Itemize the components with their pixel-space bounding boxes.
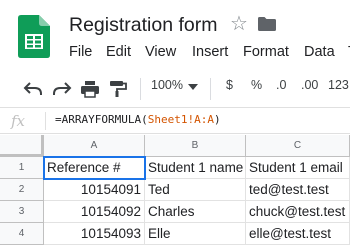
menu-format[interactable]: Format [243,44,289,60]
spreadsheet-grid: A B C 1 2 3 4 Reference # Student 1 name… [0,135,350,248]
format-percent-button[interactable]: % [251,78,262,92]
cell-a2[interactable]: 10154091 [44,179,145,201]
cell-c3[interactable]: chuck@test.test [246,201,350,223]
formula-bar: fx =ARRAYFORMULA(Sheet1!A:A) [0,108,350,134]
increase-decimal-button[interactable]: .00 [301,78,318,92]
row-header-1[interactable]: 1 [0,157,44,179]
cell-b4[interactable]: Elle [145,223,246,245]
fx-icon: fx [11,112,26,130]
menu-view[interactable]: View [145,44,176,60]
toolbar: 100% $ % .0 .00 123 [0,68,350,108]
menu-data[interactable]: Data [304,44,335,60]
cell-a4[interactable]: 10154093 [44,223,145,245]
cell-c2[interactable]: ted@test.test [246,179,350,201]
paint-format-icon[interactable] [108,80,128,98]
formula-close-paren: ) [213,113,221,126]
menu-file[interactable]: File [69,44,92,60]
toolbar-divider [210,78,211,100]
format-currency-button[interactable]: $ [226,78,233,92]
select-all-corner[interactable] [0,135,44,157]
document-title[interactable]: Registration form [69,14,217,37]
cell-c1[interactable]: Student 1 email [246,157,350,179]
column-header-b[interactable]: B [145,135,246,157]
cell-b3[interactable]: Charles [145,201,246,223]
menu-insert[interactable]: Insert [192,44,228,60]
column-header-c[interactable]: C [246,135,350,157]
row-header-4[interactable]: 4 [0,223,44,245]
row-header-2[interactable]: 2 [0,179,44,201]
column-header-a[interactable]: A [44,135,145,157]
more-formats-button[interactable]: 123 [328,78,349,92]
row-header-3[interactable]: 3 [0,201,44,223]
formula-divider [45,112,46,130]
cell-b2[interactable]: Ted [145,179,246,201]
print-icon[interactable] [80,80,100,98]
zoom-dropdown-icon[interactable] [188,84,198,90]
formula-function: =ARRAYFORMULA( [55,113,148,126]
star-icon[interactable]: ☆ [230,14,248,34]
decrease-decimal-button[interactable]: .0 [276,78,286,92]
google-sheets-logo[interactable] [18,15,50,58]
formula-range-ref: Sheet1!A:A [147,113,214,126]
cell-b1[interactable]: Student 1 name [145,157,246,179]
undo-icon[interactable] [23,80,43,98]
formula-input[interactable]: =ARRAYFORMULA(Sheet1!A:A) [55,113,221,126]
cell-a3[interactable]: 10154092 [44,201,145,223]
cell-a1[interactable]: Reference # [43,156,146,180]
toolbar-divider [140,78,141,100]
menu-edit[interactable]: Edit [106,44,131,60]
redo-icon[interactable] [52,80,72,98]
cell-c4[interactable]: elle@test.test [246,223,350,245]
zoom-select[interactable]: 100% [151,78,183,92]
folder-icon[interactable] [258,17,276,31]
